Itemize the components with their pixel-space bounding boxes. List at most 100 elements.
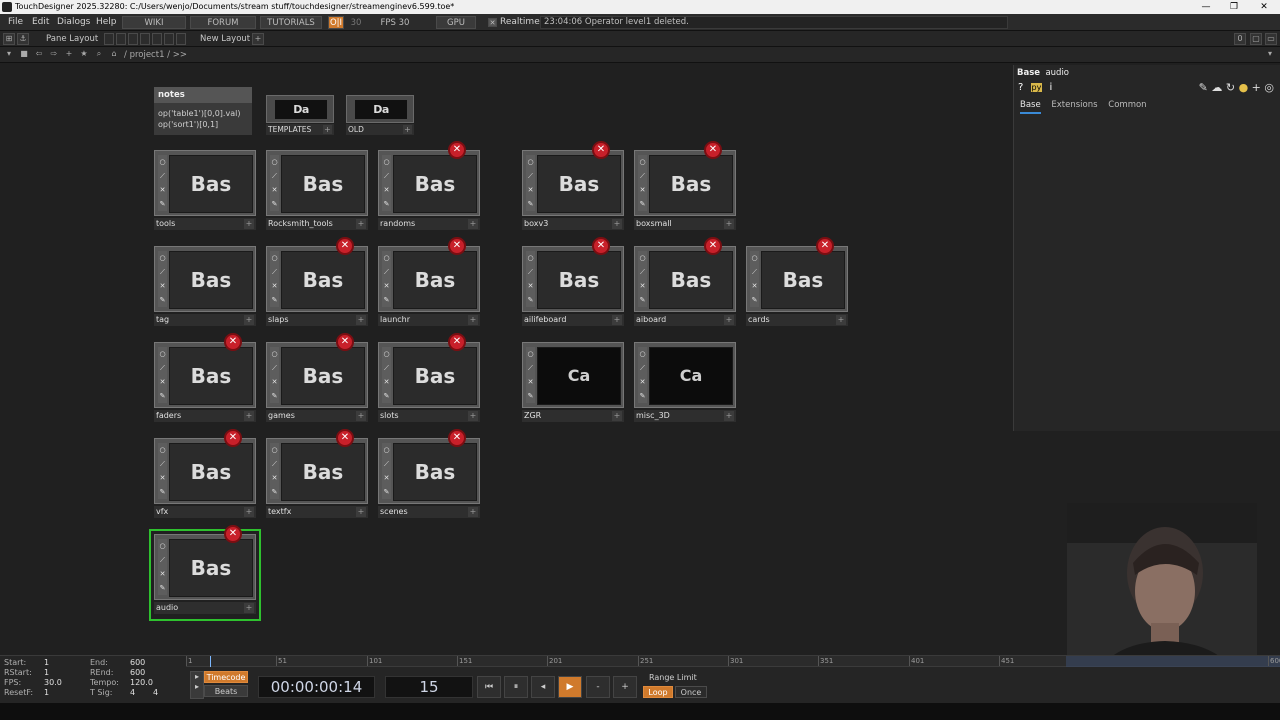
rend-value[interactable]: 600 [130,668,145,678]
viewer-flag-icon[interactable]: ○ [382,155,391,169]
param-op-name[interactable]: audio [1045,68,1069,78]
lock-flag-icon[interactable]: ✕ [382,471,391,485]
layout-slot-3[interactable] [128,33,138,45]
edit-flag-icon[interactable]: ✎ [638,389,647,403]
lock-flag-icon[interactable]: ✕ [158,567,167,581]
node-label[interactable]: faders [154,410,256,422]
python-icon[interactable]: ● [1239,81,1249,94]
node-label[interactable]: tools [154,218,256,230]
node-expand-button[interactable]: + [612,219,622,229]
error-badge-icon[interactable]: ✕ [816,237,834,255]
bypass-flag-icon[interactable]: ⟋ [382,361,391,375]
node-label[interactable]: tag [154,314,256,326]
node-viewer[interactable]: Ca [537,347,621,405]
tsig-numerator[interactable]: 4 [130,688,135,698]
lock-flag-icon[interactable]: ✕ [526,375,535,389]
viewer-flag-icon[interactable]: ○ [158,251,167,265]
node-viewer[interactable]: Bas [169,155,253,213]
comp-node-textfx[interactable]: ○ ⟋ ✕ ✎ Bas textfx + ✕ [266,429,368,520]
edit-flag-icon[interactable]: ✎ [526,389,535,403]
lock-flag-icon[interactable]: ✕ [158,375,167,389]
comp-node-zgr[interactable]: ○ ⟋ ✕ ✎ Ca ZGR + [522,342,624,424]
lock-flag-icon[interactable]: ✕ [158,471,167,485]
comp-node-tools[interactable]: ○ ⟋ ✕ ✎ Bas tools + [154,150,256,232]
forward-icon[interactable]: ⇨ [48,49,60,61]
pane-layout-label[interactable]: Pane Layout [46,31,98,47]
play-button[interactable]: ▶ [558,676,582,698]
bypass-flag-icon[interactable]: ⟋ [382,169,391,183]
lock-flag-icon[interactable]: ✕ [750,279,759,293]
pane-type-dropdown-icon[interactable]: ▾ [3,49,15,61]
old-comp[interactable]: Da OLD + [346,95,414,139]
timeline-ruler[interactable]: 151101151201251301351401451600 [186,656,1280,667]
info-icon[interactable]: i [1050,82,1053,93]
viewer-flag-icon[interactable]: ○ [270,155,279,169]
node-label[interactable]: ZGR [522,410,624,422]
comp-node-audio[interactable]: ○ ⟋ ✕ ✎ Bas audio + ✕ [149,525,261,621]
node-label[interactable]: boxsmall [634,218,736,230]
node-viewer[interactable]: Bas [393,251,477,309]
layout-slot-4[interactable] [140,33,150,45]
node-expand-button[interactable]: + [724,219,734,229]
node-expand-button[interactable]: + [356,315,366,325]
back-icon[interactable]: ⇦ [33,49,45,61]
rewind-button[interactable]: ⏮ [477,676,501,698]
edit-icon[interactable]: ✎ [1199,81,1208,94]
viewer-flag-icon[interactable]: ○ [270,443,279,457]
home-icon[interactable]: ⌂ [108,49,120,61]
pane-split-icon[interactable]: ⊞ [3,33,15,45]
search-icon[interactable]: ⌕ [93,49,105,61]
viewer-flag-icon[interactable]: ○ [158,539,167,553]
node-label[interactable]: audio [154,602,256,614]
add-operator-icon[interactable]: + [63,49,75,61]
frame-display[interactable]: 15 [385,676,473,698]
error-badge-icon[interactable]: ✕ [448,237,466,255]
comp-node-scenes[interactable]: ○ ⟋ ✕ ✎ Bas scenes + ✕ [378,429,480,520]
node-viewer[interactable]: Bas [169,539,253,597]
edit-flag-icon[interactable]: ✎ [158,293,167,307]
viewer-flag-icon[interactable]: ○ [158,443,167,457]
node-expand-button[interactable]: + [356,507,366,517]
node-viewer[interactable]: Ca [649,347,733,405]
error-badge-icon[interactable]: ✕ [224,525,242,543]
layout-slot-6[interactable] [164,33,174,45]
node-expand-button[interactable]: + [356,411,366,421]
edit-flag-icon[interactable]: ✎ [638,197,647,211]
viewer-flag-icon[interactable]: ○ [382,443,391,457]
edit-flag-icon[interactable]: ✎ [382,485,391,499]
pane-menu-icon[interactable]: ▭ [1265,33,1277,45]
node-label[interactable]: games [266,410,368,422]
error-badge-icon[interactable]: ✕ [336,333,354,351]
layout-slot-7[interactable] [176,33,186,45]
node-expand-button[interactable]: + [836,315,846,325]
comp-node-games[interactable]: ○ ⟋ ✕ ✎ Bas games + ✕ [266,333,368,424]
menu-edit[interactable]: Edit [32,14,49,31]
node-expand-button[interactable]: + [244,507,254,517]
node-label[interactable]: textfx [266,506,368,518]
new-layout-label[interactable]: New Layout [200,31,250,47]
node-viewer[interactable]: Bas [537,251,621,309]
restore-button[interactable]: ❐ [1220,0,1248,14]
edit-flag-icon[interactable]: ✎ [270,389,279,403]
node-viewer[interactable]: Bas [281,443,365,501]
viewer-flag-icon[interactable]: ○ [750,251,759,265]
node-expand-button[interactable]: + [468,507,478,517]
tempo-value[interactable]: 120.0 [130,678,153,688]
error-badge-icon[interactable]: ✕ [592,141,610,159]
playhead[interactable] [210,656,211,667]
node-viewer[interactable]: Bas [393,347,477,405]
node-expand-button[interactable]: + [468,411,478,421]
lock-flag-icon[interactable]: ✕ [382,183,391,197]
layout-slot-1[interactable] [104,33,114,45]
lock-flag-icon[interactable]: ✕ [526,279,535,293]
comp-node-boxv3[interactable]: ○ ⟋ ✕ ✎ Bas boxv3 + ✕ [522,141,624,232]
node-label[interactable]: aiboard [634,314,736,326]
lock-flag-icon[interactable]: ✕ [638,183,647,197]
close-window-button[interactable]: ✕ [1250,0,1278,14]
lock-flag-icon[interactable]: ✕ [270,279,279,293]
bypass-flag-icon[interactable]: ⟋ [750,265,759,279]
loop-button[interactable]: Loop [643,686,673,698]
start-value[interactable]: 1 [44,658,49,668]
comp-node-randoms[interactable]: ○ ⟋ ✕ ✎ Bas randoms + ✕ [378,141,480,232]
rstart-value[interactable]: 1 [44,668,49,678]
